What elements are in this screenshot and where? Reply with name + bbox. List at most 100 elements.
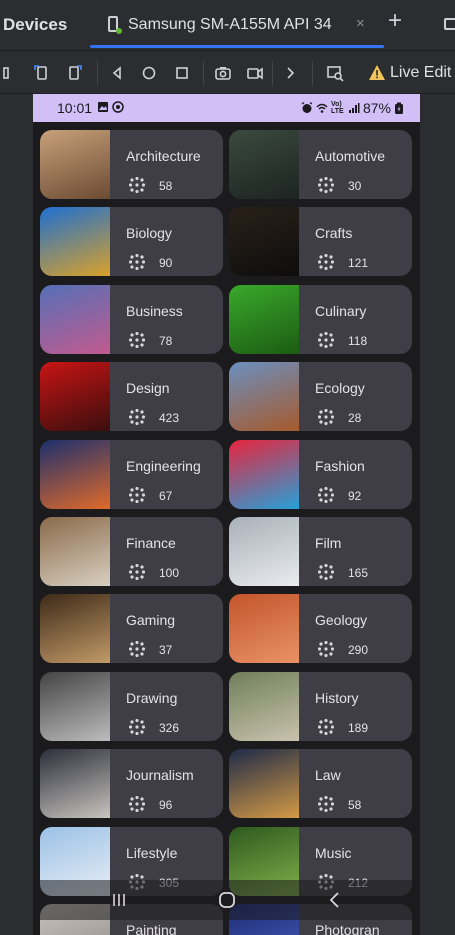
warning-icon <box>369 65 385 80</box>
category-thumbnail <box>229 284 299 354</box>
category-count: 121 <box>348 256 369 271</box>
signal-icon <box>348 103 360 113</box>
category-card[interactable]: Finance 100 <box>40 517 223 586</box>
screen-record-icon[interactable] <box>245 63 265 83</box>
home-icon[interactable] <box>139 63 159 83</box>
category-card[interactable]: Film 165 <box>229 517 412 586</box>
category-thumbnail <box>40 130 110 199</box>
toolbar-separator <box>312 61 313 85</box>
category-count: 30 <box>348 179 362 193</box>
category-card[interactable]: Biology 90 <box>40 207 223 277</box>
live-edit-button[interactable]: Live Edit <box>368 62 451 84</box>
online-indicator <box>116 28 122 34</box>
window-icon[interactable] <box>444 18 455 30</box>
status-bar: 10:01 Vo) LTE 87% <box>33 94 420 122</box>
category-name: Drawing <box>126 689 178 706</box>
gallery-icon <box>98 102 108 112</box>
wifi-icon <box>316 103 328 113</box>
layout-inspector-icon[interactable] <box>325 63 345 83</box>
home-button-icon[interactable] <box>217 890 237 910</box>
category-count: 90 <box>159 256 173 271</box>
category-count: 58 <box>348 798 362 813</box>
category-card[interactable]: Drawing 326 <box>40 671 223 741</box>
close-icon[interactable]: × <box>356 15 365 32</box>
category-card[interactable]: Geology 290 <box>229 594 412 664</box>
power-icon[interactable] <box>0 63 14 83</box>
category-thumbnail <box>40 284 110 354</box>
category-card[interactable]: Ecology 28 <box>229 362 412 432</box>
back-icon[interactable] <box>107 63 127 83</box>
collection-icon <box>318 796 334 813</box>
system-nav-bar <box>33 880 420 920</box>
category-thumbnail <box>229 130 299 199</box>
category-name: Fashion <box>315 457 365 474</box>
collection-icon <box>129 177 145 193</box>
back-button-icon[interactable] <box>325 890 345 910</box>
category-card[interactable]: Fashion 92 <box>229 439 412 509</box>
category-card[interactable]: Business 78 <box>40 284 223 354</box>
category-card[interactable]: Design 423 <box>40 362 223 432</box>
category-card[interactable]: Automotive 30 <box>229 130 412 199</box>
category-count: 189 <box>348 720 369 735</box>
battery-percent: 87% <box>362 100 391 116</box>
alarm-icon <box>301 102 313 113</box>
collection-icon <box>318 486 334 503</box>
category-thumbnail <box>40 517 110 586</box>
devices-tool-window-title: Devices <box>3 15 68 34</box>
add-device-button[interactable]: + <box>388 9 402 33</box>
collection-icon <box>318 177 334 193</box>
category-card[interactable]: Culinary 118 <box>229 284 412 354</box>
category-count: 423 <box>159 411 180 426</box>
chevron-right-icon[interactable] <box>280 63 300 83</box>
category-thumbnail <box>229 439 299 509</box>
category-thumbnail <box>40 207 110 277</box>
category-count: 67 <box>159 488 173 503</box>
category-count: 37 <box>159 643 173 658</box>
category-name: Lifestyle <box>126 844 178 861</box>
category-card[interactable]: Architecture 58 <box>40 130 223 199</box>
category-count: 326 <box>159 720 180 735</box>
category-name: Automotive <box>315 148 386 164</box>
category-name: Biology <box>126 225 172 242</box>
category-name: Engineering <box>126 457 201 474</box>
category-name: Design <box>126 380 170 397</box>
category-thumbnail <box>40 439 110 509</box>
category-card[interactable]: History 189 <box>229 671 412 741</box>
device-screen[interactable]: 10:01 Vo) LTE 87% Architecture 58 Automoti… <box>33 94 420 935</box>
collection-icon <box>129 254 145 271</box>
recent-apps-icon[interactable] <box>109 890 129 910</box>
camera-icon[interactable] <box>213 63 233 83</box>
collection-icon <box>318 641 334 658</box>
live-edit-label: Live Edit <box>390 64 452 81</box>
category-name: Gaming <box>126 612 176 629</box>
category-card[interactable]: Gaming 37 <box>40 594 223 664</box>
category-count: 165 <box>348 566 369 580</box>
whatsapp-icon <box>112 101 124 113</box>
category-name: Photogran <box>315 922 380 935</box>
category-card[interactable]: Engineering 67 <box>40 439 223 509</box>
collection-icon <box>318 409 334 426</box>
collection-icon <box>318 254 334 271</box>
toolbar-separator <box>203 61 204 85</box>
active-tab-indicator <box>90 45 384 48</box>
category-count: 96 <box>159 798 173 813</box>
rotate-left-icon[interactable] <box>31 63 51 83</box>
device-tab[interactable]: Samsung SM-A155M API 34 × <box>90 8 384 48</box>
category-count: 58 <box>159 179 173 193</box>
category-count: 92 <box>348 488 362 503</box>
collection-icon <box>129 331 145 348</box>
category-thumbnail <box>229 749 299 819</box>
category-count: 118 <box>348 333 368 348</box>
collection-icon <box>318 331 334 348</box>
rotate-right-icon[interactable] <box>65 63 85 83</box>
category-card[interactable]: Law 58 <box>229 749 412 819</box>
category-name: Crafts <box>315 225 353 242</box>
collection-icon <box>318 718 334 735</box>
category-card[interactable]: Crafts 121 <box>229 207 412 277</box>
overview-icon[interactable] <box>172 63 192 83</box>
category-name: Law <box>315 767 341 784</box>
category-card[interactable]: Journalism 96 <box>40 749 223 819</box>
category-name: Finance <box>126 535 176 551</box>
category-count: 28 <box>348 411 362 426</box>
status-time: 10:01 <box>57 100 93 116</box>
